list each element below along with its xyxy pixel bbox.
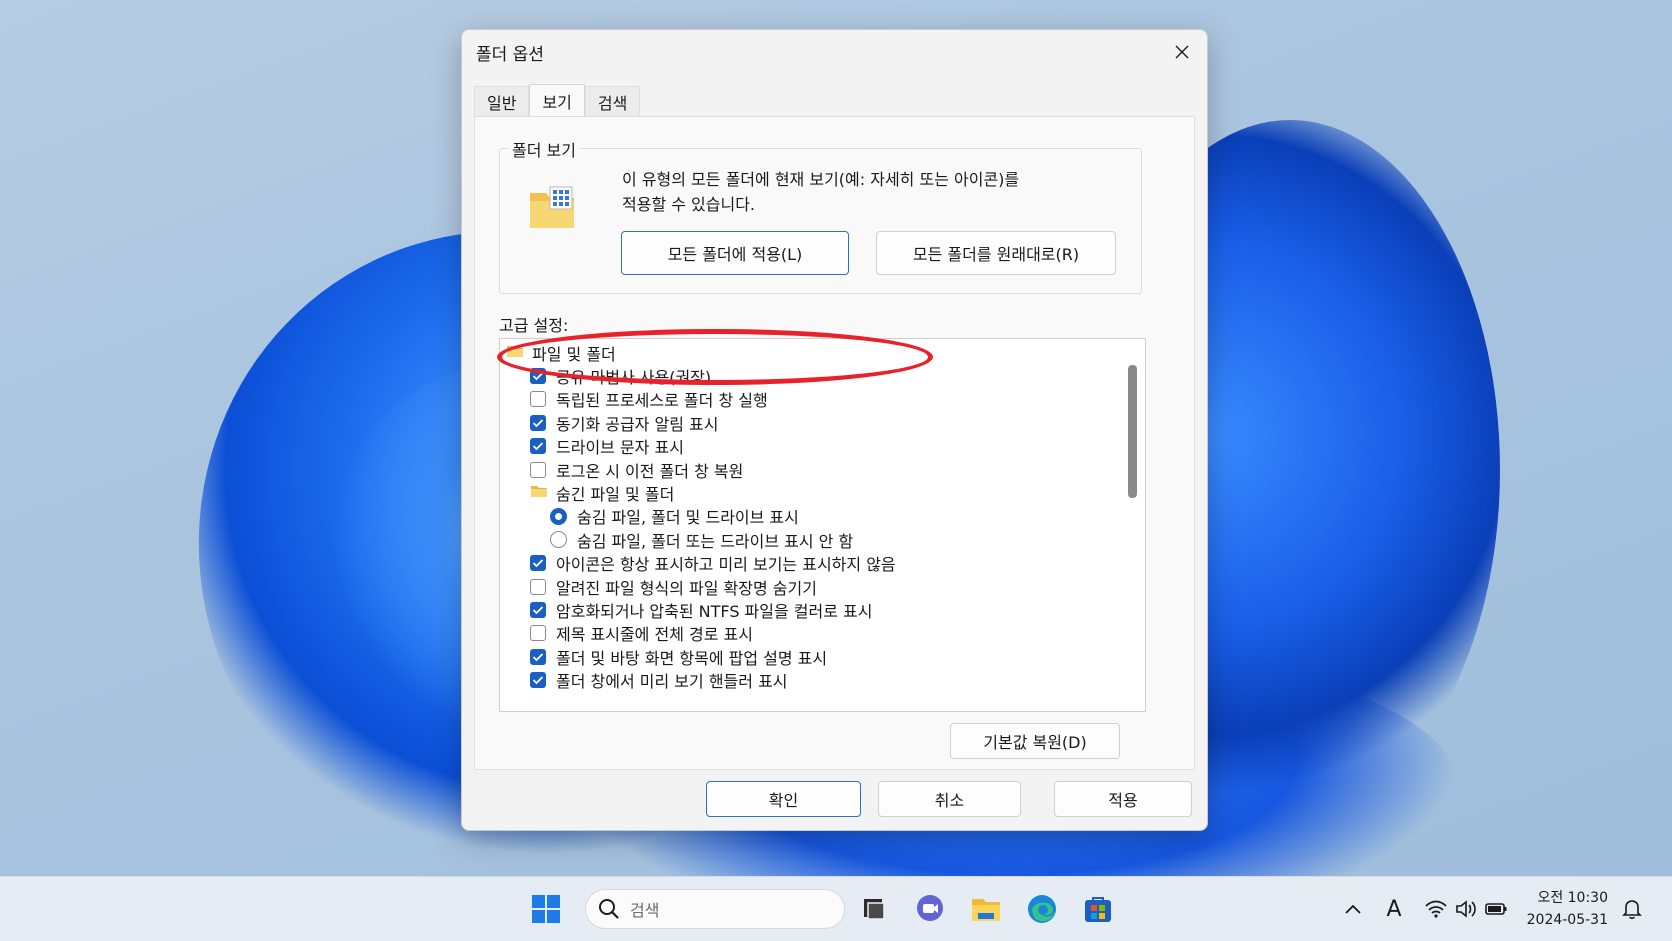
notifications-button[interactable] xyxy=(1620,897,1644,921)
store-button[interactable] xyxy=(1080,891,1116,927)
close-button[interactable] xyxy=(1165,36,1199,68)
option-label: 독립된 프로세스로 폴더 창 실행 xyxy=(556,391,768,411)
checkbox[interactable] xyxy=(530,625,546,642)
option-label: 공유 마법사 사용(권장) xyxy=(556,367,712,387)
folder-views-legend: 폴더 보기 xyxy=(508,137,580,161)
show-hidden-icons-button[interactable] xyxy=(1341,897,1365,921)
checkbox-option[interactable]: 로그온 시 이전 폴더 창 복원 xyxy=(530,457,743,482)
chat-icon xyxy=(917,895,943,921)
checkbox-option[interactable]: 독립된 프로세스로 폴더 창 실행 xyxy=(530,387,768,412)
apply-button[interactable]: 적용 xyxy=(1054,781,1192,817)
folder-views-group: 폴더 보기 이 유형의 모든 폴더에 현재 보기(예: 자세히 또는 아이콘)를… xyxy=(499,137,1142,294)
checkbox-option[interactable]: 폴더 창에서 미리 보기 핸들러 표시 xyxy=(530,668,788,693)
checkbox-option[interactable]: 암호화되거나 압축된 NTFS 파일을 컬러로 표시 xyxy=(530,597,873,622)
clock-time: 오전 10:30 xyxy=(1537,890,1608,906)
tab-general[interactable]: 일반 xyxy=(474,86,530,116)
close-icon xyxy=(1175,45,1189,59)
file-explorer-icon xyxy=(972,899,1000,921)
wifi-icon xyxy=(1425,900,1447,918)
checkbox-option[interactable]: 폴더 및 바탕 화면 항목에 팝업 설명 표시 xyxy=(530,644,827,669)
radio-option[interactable]: 숨김 파일, 폴더 및 드라이브 표시 xyxy=(550,504,799,529)
option-label: 파일 및 폴더 xyxy=(532,344,616,364)
checkbox[interactable] xyxy=(530,438,546,455)
reset-folders-button[interactable]: 모든 폴더를 원래대로(R) xyxy=(876,231,1116,275)
option-label: 로그온 시 이전 폴더 창 복원 xyxy=(556,461,744,481)
chevron-up-icon xyxy=(1345,904,1361,914)
option-label: 드라이브 문자 표시 xyxy=(556,438,684,458)
option-label: 알려진 파일 형식의 파일 확장명 숨기기 xyxy=(556,578,817,598)
option-label: 폴더 및 바탕 화면 항목에 팝업 설명 표시 xyxy=(556,648,828,668)
checkbox-option[interactable]: 알려진 파일 형식의 파일 확장명 숨기기 xyxy=(530,574,817,599)
radio-button[interactable] xyxy=(550,531,567,549)
checkbox[interactable] xyxy=(530,391,546,408)
option-label: 폴더 창에서 미리 보기 핸들러 표시 xyxy=(556,672,788,692)
task-view-button[interactable] xyxy=(856,891,892,927)
chat-button[interactable] xyxy=(912,891,948,927)
checkbox[interactable] xyxy=(530,367,546,384)
ime-icon: A xyxy=(1386,896,1402,922)
bell-icon xyxy=(1622,900,1642,919)
cancel-button[interactable]: 취소 xyxy=(878,781,1021,817)
folder-views-description: 이 유형의 모든 폴더에 현재 보기(예: 자세히 또는 아이콘)를 적용할 수… xyxy=(622,170,1020,214)
option-label: 암호화되거나 압축된 NTFS 파일을 컬러로 표시 xyxy=(556,601,873,621)
edge-button[interactable] xyxy=(1024,891,1060,927)
tab-view[interactable]: 보기 xyxy=(529,84,585,116)
option-label: 숨김 파일, 폴더 및 드라이브 표시 xyxy=(577,508,799,528)
edge-icon xyxy=(1028,895,1056,923)
checkbox[interactable] xyxy=(530,648,546,665)
radio-button[interactable] xyxy=(550,507,567,525)
task-view-icon xyxy=(864,899,885,920)
advanced-settings-label: 고급 설정: xyxy=(499,316,569,335)
battery-button[interactable] xyxy=(1484,897,1508,921)
start-icon xyxy=(532,895,560,923)
folder-icon xyxy=(506,343,524,362)
file-explorer-button[interactable] xyxy=(968,891,1004,927)
settings-category: 숨긴 파일 및 폴더 xyxy=(530,480,674,505)
folder-icon xyxy=(530,483,548,502)
option-label: 제목 표시줄에 전체 경로 표시 xyxy=(556,625,753,645)
tab-strip: 일반 보기 검색 xyxy=(474,84,641,116)
taskbar-clock[interactable]: 오전 10:30 2024-05-31 xyxy=(1520,887,1608,931)
checkbox-option[interactable]: 제목 표시줄에 전체 경로 표시 xyxy=(530,621,753,646)
option-label: 숨김 파일, 폴더 또는 드라이브 표시 안 함 xyxy=(577,531,854,551)
radio-option[interactable]: 숨김 파일, 폴더 또는 드라이브 표시 안 함 xyxy=(550,527,853,552)
option-label: 아이콘은 항상 표시하고 미리 보기는 표시하지 않음 xyxy=(556,555,896,575)
advanced-settings-list[interactable]: 파일 및 폴더공유 마법사 사용(권장) 독립된 프로세스로 폴더 창 실행동기화… xyxy=(499,338,1146,712)
search-icon xyxy=(599,899,619,919)
taskbar-search-box[interactable]: 검색 xyxy=(585,889,845,929)
apply-to-folders-button[interactable]: 모든 폴더에 적용(L) xyxy=(621,231,849,275)
option-label: 동기화 공급자 알림 표시 xyxy=(556,414,719,434)
checkbox-option[interactable]: 드라이브 문자 표시 xyxy=(530,434,684,459)
option-label: 숨긴 파일 및 폴더 xyxy=(556,484,675,504)
dialog-title: 폴더 옵션 xyxy=(476,45,544,65)
store-icon xyxy=(1085,897,1111,922)
network-button[interactable] xyxy=(1424,897,1448,921)
settings-category: 파일 및 폴더 xyxy=(506,340,616,365)
folder-view-icon xyxy=(530,186,574,228)
ok-button[interactable]: 확인 xyxy=(706,781,861,817)
tab-search[interactable]: 검색 xyxy=(584,86,641,116)
checkbox[interactable] xyxy=(530,461,546,478)
view-tab-panel: 폴더 보기 이 유형의 모든 폴더에 현재 보기(예: 자세히 또는 아이콘)를… xyxy=(474,116,1195,770)
taskbar: 검색 A 오전 10:30 2024-05-31 xyxy=(0,876,1672,941)
checkbox-option[interactable]: 동기화 공급자 알림 표시 xyxy=(530,410,718,435)
checkbox[interactable] xyxy=(530,601,546,618)
folder-options-dialog: 폴더 옵션 일반 보기 검색 폴더 보기 이 유형의 모든 폴더에 현재 보기(… xyxy=(461,29,1208,831)
restore-defaults-button[interactable]: 기본값 복원(D) xyxy=(950,723,1120,759)
volume-button[interactable] xyxy=(1454,897,1478,921)
checkbox[interactable] xyxy=(530,555,546,572)
checkbox-option[interactable]: 공유 마법사 사용(권장) xyxy=(530,363,711,388)
battery-icon xyxy=(1485,903,1507,915)
clock-date: 2024-05-31 xyxy=(1526,912,1608,928)
checkbox-option[interactable]: 아이콘은 항상 표시하고 미리 보기는 표시하지 않음 xyxy=(530,551,896,576)
checkbox[interactable] xyxy=(530,578,546,595)
volume-icon xyxy=(1456,900,1476,918)
ime-indicator[interactable]: A xyxy=(1382,896,1406,922)
search-placeholder: 검색 xyxy=(630,901,660,920)
checkbox[interactable] xyxy=(530,414,546,431)
start-button[interactable] xyxy=(528,891,564,927)
scrollbar-thumb[interactable] xyxy=(1128,365,1137,498)
checkbox[interactable] xyxy=(530,672,546,689)
